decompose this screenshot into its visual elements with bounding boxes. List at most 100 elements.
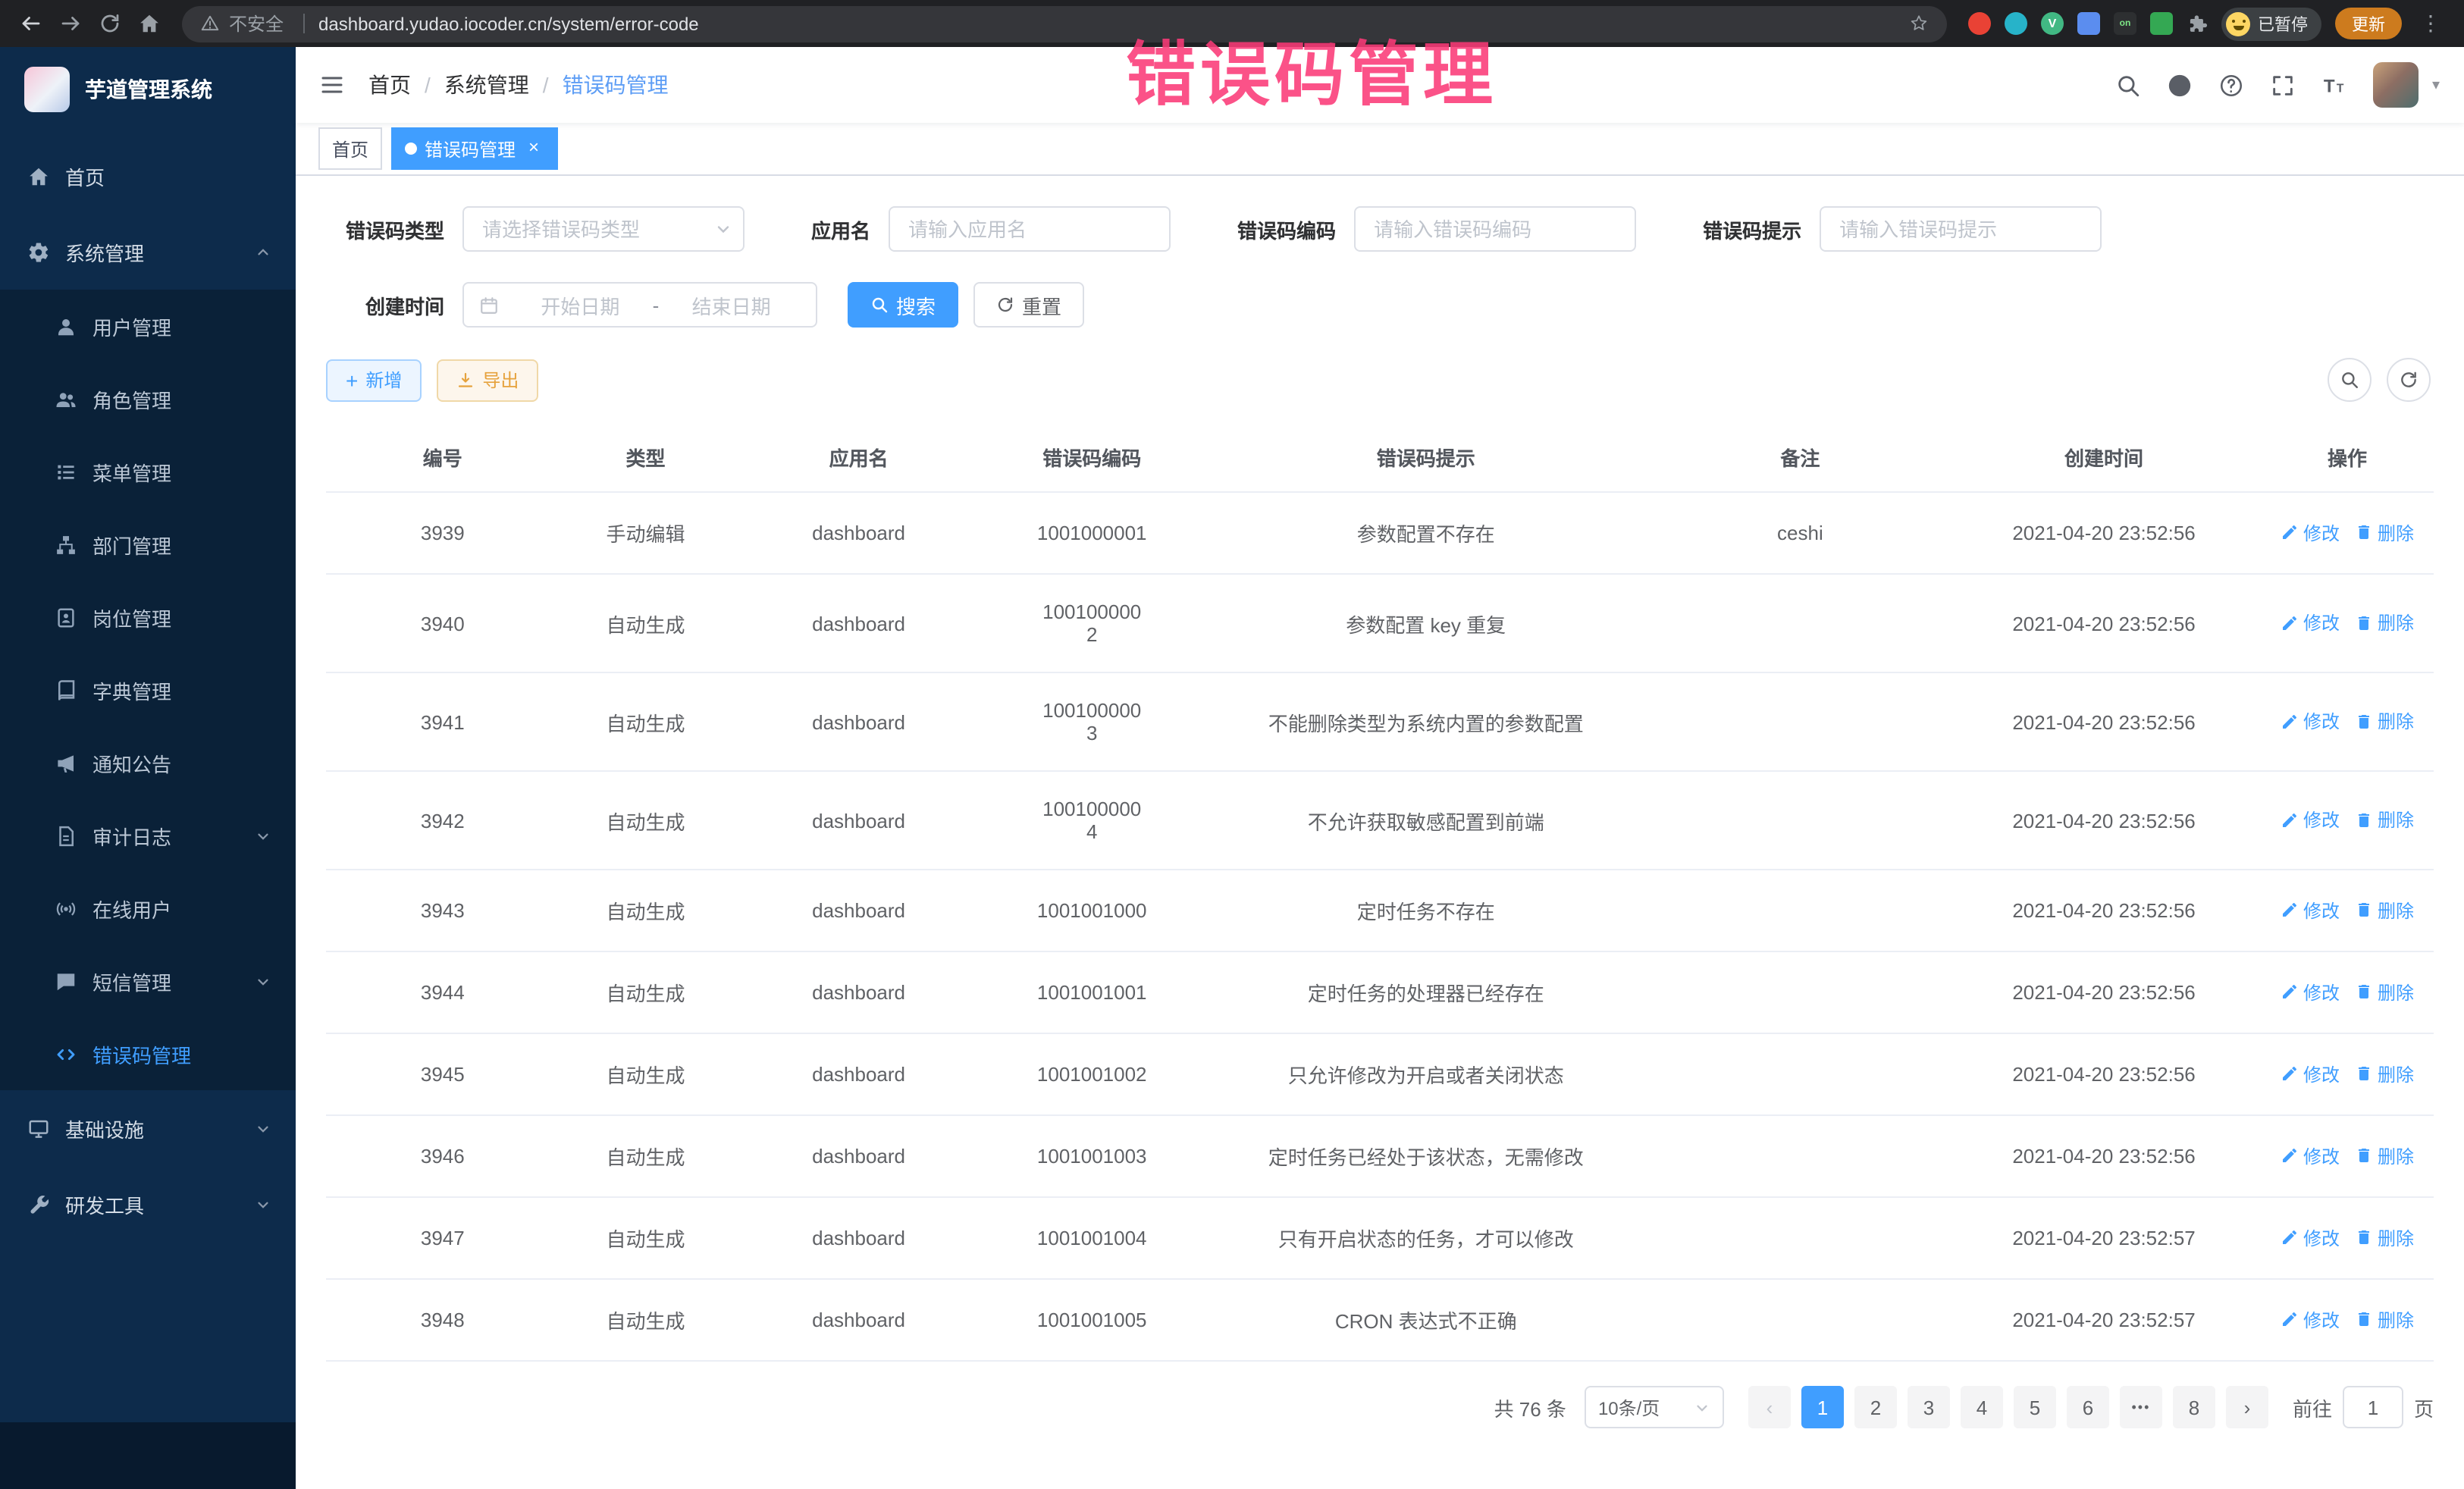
cell-time: 2021-04-20 23:52:56	[1947, 574, 2261, 672]
pager-page-1[interactable]: 1	[1801, 1386, 1844, 1428]
sidebar-item-dict[interactable]: 字典管理	[0, 654, 296, 726]
cell-code: 1001001005	[986, 1279, 1199, 1361]
book-icon	[55, 679, 77, 701]
edit-link[interactable]: 修改	[2281, 1061, 2340, 1087]
user-avatar[interactable]	[2373, 62, 2419, 108]
toggle-search-button[interactable]	[2328, 358, 2372, 402]
browser-reload-icon[interactable]	[91, 5, 127, 42]
pager-prev-button[interactable]: ‹	[1748, 1386, 1791, 1428]
edit-link[interactable]: 修改	[2281, 898, 2340, 923]
extension-grid-icon[interactable]	[2077, 12, 2100, 35]
add-button[interactable]: + 新增	[326, 359, 422, 401]
create-time-range-picker[interactable]: 开始日期 - 结束日期	[462, 282, 817, 328]
edit-link[interactable]: 修改	[2281, 709, 2340, 735]
cell-id: 3943	[326, 870, 560, 951]
app-name-input[interactable]	[889, 206, 1171, 252]
sidebar-item-post[interactable]: 岗位管理	[0, 581, 296, 654]
cell-remark	[1654, 1115, 1947, 1197]
sidebar-item-user[interactable]: 用户管理	[0, 290, 296, 362]
sidebar-item-audit-log[interactable]: 审计日志	[0, 799, 296, 872]
browser-home-icon[interactable]	[130, 5, 167, 42]
extension-green-icon[interactable]	[2150, 12, 2173, 35]
extension-record-icon[interactable]	[1968, 12, 1991, 35]
edit-link[interactable]: 修改	[2281, 1307, 2340, 1333]
browser-update-button[interactable]: 更新	[2335, 8, 2402, 39]
cell-remark	[1654, 1197, 1947, 1279]
sidebar-item-online-user[interactable]: 在线用户	[0, 872, 296, 945]
app-logo[interactable]: 芋道管理系统	[0, 47, 296, 132]
refresh-button[interactable]	[2387, 358, 2431, 402]
tab-error-code[interactable]: 错误码管理×	[391, 127, 558, 170]
breadcrumb-item[interactable]: 首页	[368, 70, 411, 100]
pager-page-6[interactable]: 6	[2067, 1386, 2109, 1428]
sidebar-item-error-code[interactable]: 错误码管理	[0, 1017, 296, 1090]
reset-button[interactable]: 重置	[973, 282, 1084, 328]
browser-menu-icon[interactable]: ⋮	[2415, 11, 2446, 36]
export-button[interactable]: 导出	[437, 359, 538, 401]
tab-home[interactable]: 首页	[318, 127, 382, 170]
font-size-icon[interactable]: TT	[2321, 72, 2347, 98]
extensions-puzzle-icon[interactable]	[2187, 13, 2208, 34]
profile-chip[interactable]: 已暂停	[2221, 7, 2321, 40]
delete-link[interactable]: 删除	[2355, 1307, 2414, 1333]
delete-link[interactable]: 删除	[2355, 980, 2414, 1005]
pager-page-8[interactable]: 8	[2173, 1386, 2215, 1428]
search-button[interactable]: 搜索	[848, 282, 958, 328]
error-type-select[interactable]	[462, 206, 745, 252]
sidebar-item-devtools[interactable]: 研发工具	[0, 1166, 296, 1242]
sidebar-item-sms[interactable]: 短信管理	[0, 945, 296, 1017]
delete-link[interactable]: 删除	[2355, 898, 2414, 923]
sidebar-item-notice[interactable]: 通知公告	[0, 726, 296, 799]
sidebar-item-home[interactable]: 首页	[0, 138, 296, 214]
edit-link[interactable]: 修改	[2281, 980, 2340, 1005]
github-icon[interactable]	[2167, 72, 2193, 98]
delete-link[interactable]: 删除	[2355, 1061, 2414, 1087]
extension-vue-devtools-icon[interactable]: V	[2041, 12, 2064, 35]
pager-page-4[interactable]: 4	[1961, 1386, 2003, 1428]
pager-page-2[interactable]: 2	[1854, 1386, 1897, 1428]
delete-link[interactable]: 删除	[2355, 610, 2414, 636]
browser-forward-icon[interactable]	[52, 5, 88, 42]
edit-link[interactable]: 修改	[2281, 1225, 2340, 1251]
sidebar-item-infra[interactable]: 基础设施	[0, 1090, 296, 1166]
extension-drop-icon[interactable]	[2005, 12, 2027, 35]
pager-next-button[interactable]: ›	[2226, 1386, 2268, 1428]
sidebar-item-dept[interactable]: 部门管理	[0, 508, 296, 581]
fullscreen-icon[interactable]	[2270, 72, 2296, 98]
delete-link[interactable]: 删除	[2355, 1225, 2414, 1251]
pager-page-5[interactable]: 5	[2014, 1386, 2056, 1428]
table-header-row: 编号类型应用名错误码编码错误码提示备注创建时间操作	[326, 423, 2434, 492]
goto-page-input[interactable]	[2343, 1386, 2403, 1428]
sidebar-item-role[interactable]: 角色管理	[0, 362, 296, 435]
extension-on-icon[interactable]: on	[2114, 12, 2136, 35]
error-type-select-input[interactable]	[462, 206, 745, 252]
logo-image	[24, 67, 70, 112]
delete-link[interactable]: 删除	[2355, 1143, 2414, 1169]
org-tree-icon	[55, 533, 77, 556]
edit-link[interactable]: 修改	[2281, 610, 2340, 636]
menu-list-icon	[55, 460, 77, 483]
error-message-input[interactable]	[1820, 206, 2102, 252]
page-size-select[interactable]: 10条/页	[1585, 1386, 1724, 1428]
search-icon[interactable]	[2115, 72, 2141, 98]
sidebar-toggle-icon[interactable]	[296, 71, 368, 99]
chevron-down-icon[interactable]: ▾	[2432, 77, 2440, 93]
breadcrumb-item[interactable]: 系统管理	[444, 70, 529, 100]
error-code-input[interactable]	[1354, 206, 1636, 252]
delete-link[interactable]: 删除	[2355, 709, 2414, 735]
sidebar-item-system[interactable]: 系统管理	[0, 214, 296, 290]
browser-back-icon[interactable]	[12, 5, 49, 42]
address-bar[interactable]: 不安全 dashboard.yudao.iocoder.cn/system/er…	[182, 5, 1947, 42]
edit-link[interactable]: 修改	[2281, 807, 2340, 833]
edit-link[interactable]: 修改	[2281, 520, 2340, 546]
sidebar-item-menu[interactable]: 菜单管理	[0, 435, 296, 508]
tab-close-icon[interactable]: ×	[523, 138, 544, 159]
document-icon	[55, 824, 77, 847]
pager-ellipsis[interactable]: •••	[2120, 1386, 2162, 1428]
delete-link[interactable]: 删除	[2355, 807, 2414, 833]
edit-link[interactable]: 修改	[2281, 1143, 2340, 1169]
delete-link[interactable]: 删除	[2355, 520, 2414, 546]
help-icon[interactable]	[2218, 72, 2244, 98]
bookmark-star-icon[interactable]	[1909, 14, 1929, 33]
pager-page-3[interactable]: 3	[1908, 1386, 1950, 1428]
